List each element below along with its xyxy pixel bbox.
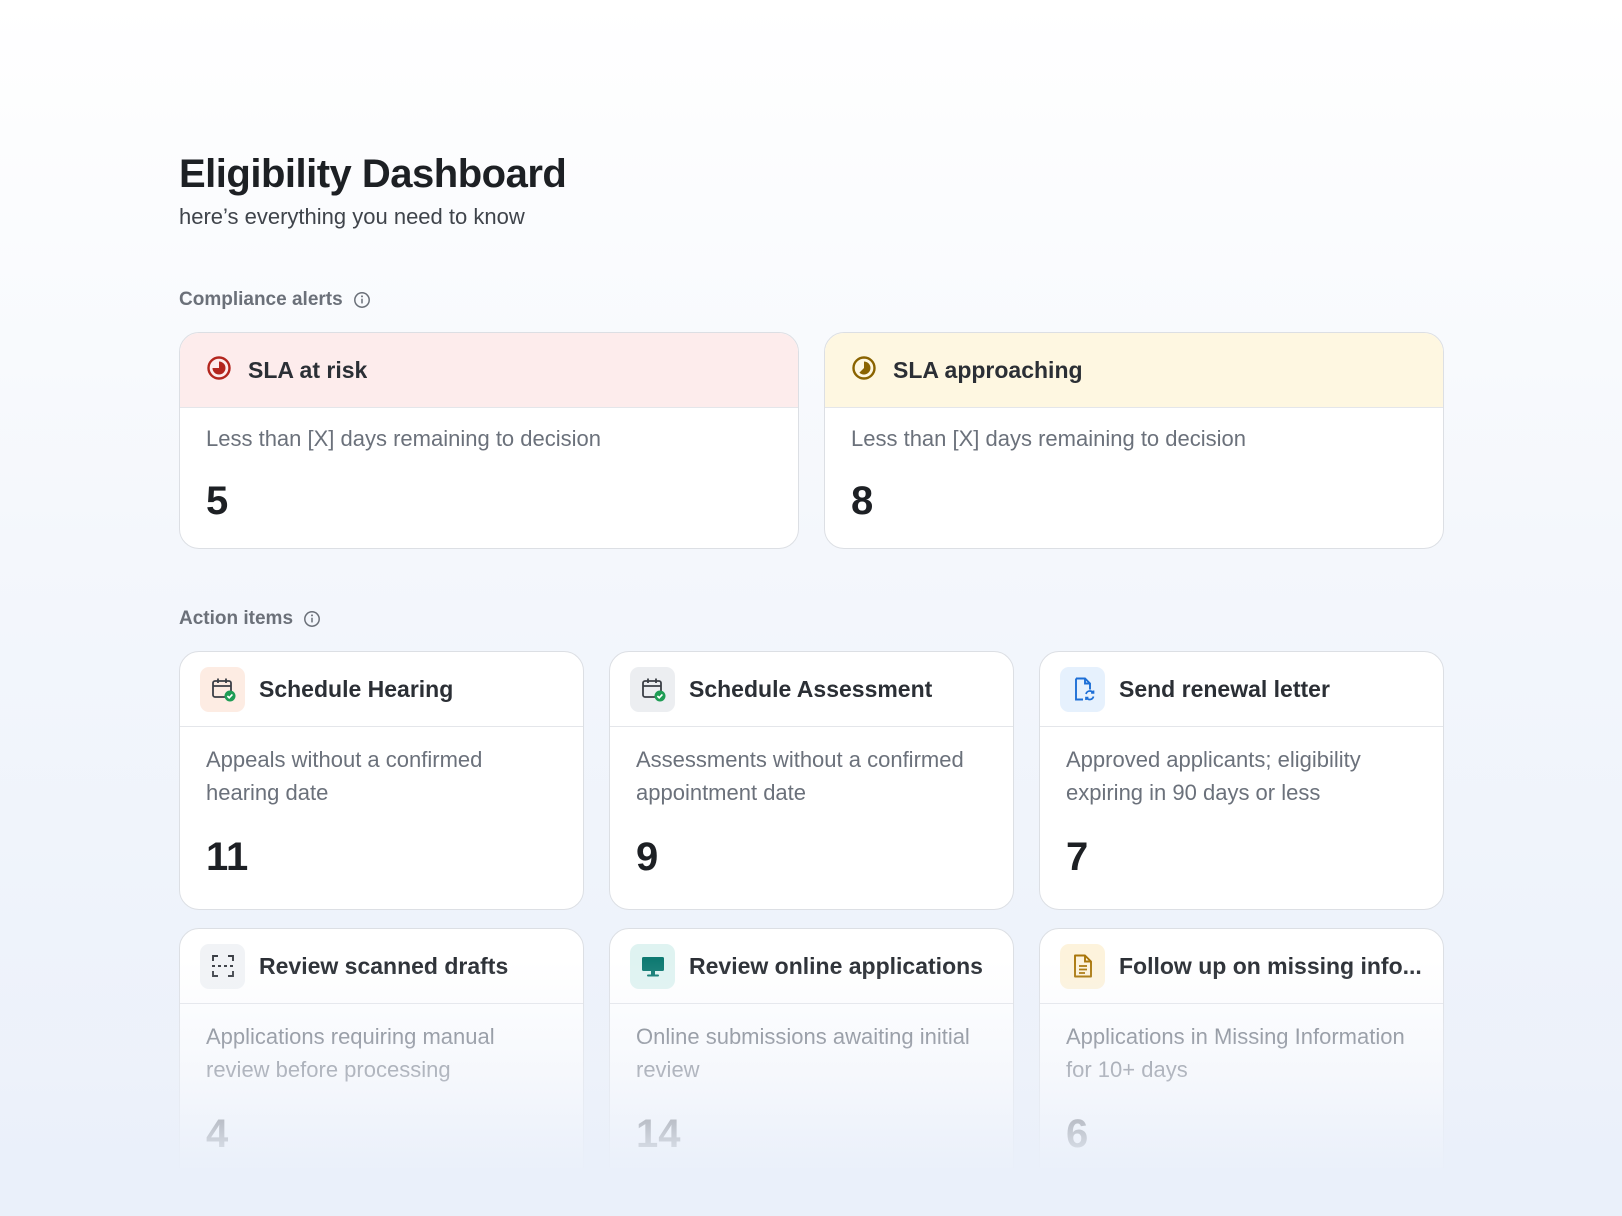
action-card-header: Review online applications [610, 929, 1013, 1004]
action-count: 7 [1066, 835, 1089, 879]
alert-title: SLA at risk [248, 356, 368, 383]
page-subtitle: here’s everything you need to know [179, 204, 525, 229]
info-icon[interactable] [303, 610, 321, 628]
action-items-grid: Schedule Hearing Appeals without a confi… [179, 651, 1444, 1187]
compliance-alerts-heading: Compliance alerts [179, 286, 1444, 314]
calendar-check-icon [200, 666, 245, 712]
action-description: Assessments without a confirmed appointm… [636, 747, 964, 805]
monitor-icon [630, 943, 675, 989]
action-card-review-scanned-drafts[interactable]: Review scanned drafts Applications requi… [179, 928, 584, 1187]
bottom-fade-edge [0, 1168, 1622, 1216]
page-title: Eligibility Dashboard [179, 152, 567, 196]
action-card-send-renewal-letter[interactable]: Send renewal letter Approved applicants;… [1039, 651, 1444, 910]
info-icon[interactable] [353, 291, 371, 309]
alert-count: 5 [206, 479, 229, 523]
compliance-alerts-label: Compliance alerts [179, 289, 343, 310]
alert-description: Less than [X] days remaining to decision [851, 426, 1247, 451]
calendar-check-icon [630, 666, 675, 712]
action-title: Schedule Hearing [259, 675, 454, 702]
action-card-header: Review scanned drafts [180, 929, 583, 1004]
action-count: 9 [636, 835, 659, 879]
timer-icon [851, 355, 877, 386]
scan-icon [200, 943, 245, 989]
action-card-schedule-hearing[interactable]: Schedule Hearing Appeals without a confi… [179, 651, 584, 910]
dashboard-page: Eligibility Dashboard here’s everything … [179, 148, 1444, 1187]
action-card-schedule-assessment[interactable]: Schedule Assessment Assessments without … [609, 651, 1014, 910]
action-items-heading: Action items [179, 605, 1444, 633]
action-title: Follow up on missing info... [1119, 952, 1422, 979]
action-card-header: Follow up on missing info... [1040, 929, 1443, 1004]
action-description: Appeals without a confirmed hearing date [206, 747, 483, 805]
alert-title: SLA approaching [893, 356, 1083, 383]
action-count: 6 [1066, 1112, 1089, 1156]
action-count: 4 [206, 1112, 229, 1156]
alert-card-header: SLA at risk [180, 333, 798, 408]
action-card-review-online-applications[interactable]: Review online applications Online submis… [609, 928, 1014, 1187]
action-card-follow-up-missing-info[interactable]: Follow up on missing info... Application… [1039, 928, 1444, 1187]
alert-card-sla-approaching[interactable]: SLA approaching Less than [X] days remai… [824, 332, 1444, 549]
action-count: 14 [636, 1112, 681, 1156]
action-description: Applications requiring manual review bef… [206, 1024, 495, 1082]
action-description: Online submissions awaiting initial revi… [636, 1024, 970, 1082]
action-card-header: Send renewal letter [1040, 652, 1443, 727]
action-card-header: Schedule Assessment [610, 652, 1013, 727]
alert-card-header: SLA approaching [825, 333, 1443, 408]
compliance-alerts-grid: SLA at risk Less than [X] days remaining… [179, 332, 1444, 549]
alert-count: 8 [851, 479, 874, 523]
action-title: Send renewal letter [1119, 675, 1330, 702]
document-refresh-icon [1060, 666, 1105, 712]
alert-card-sla-at-risk[interactable]: SLA at risk Less than [X] days remaining… [179, 332, 799, 549]
action-card-header: Schedule Hearing [180, 652, 583, 727]
action-title: Review online applications [689, 952, 983, 979]
action-description: Approved applicants; eligibility expirin… [1066, 747, 1361, 805]
action-title: Schedule Assessment [689, 675, 933, 702]
action-description: Applications in Missing Information for … [1066, 1024, 1405, 1082]
timer-icon [206, 355, 232, 386]
action-items-label: Action items [179, 608, 294, 629]
alert-description: Less than [X] days remaining to decision [206, 426, 602, 451]
document-lines-icon [1060, 943, 1105, 989]
action-count: 11 [206, 835, 249, 879]
action-title: Review scanned drafts [259, 952, 509, 979]
